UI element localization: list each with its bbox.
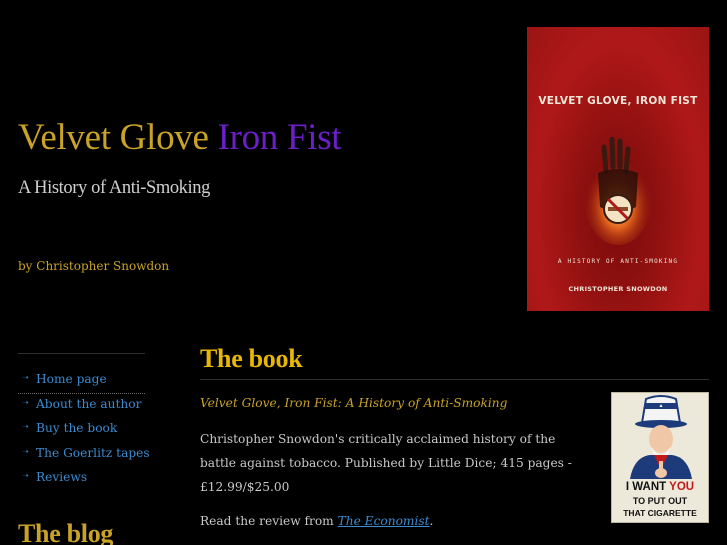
sidebar-item-home-page[interactable]: ➝ Home page: [18, 369, 145, 394]
sidebar-item-about-the-author[interactable]: ➝ About the author: [18, 394, 145, 419]
poster-line1-a: I WANT: [625, 481, 670, 493]
site-subtitle: A History of Anti-Smoking: [18, 178, 210, 198]
sidebar-item-reviews[interactable]: ➝ Reviews: [18, 467, 145, 492]
site-title[interactable]: Velvet Glove Iron Fist: [18, 116, 342, 159]
cover-title: VELVET GLOVE, IRON FIST: [538, 95, 698, 107]
cover-subtitle: A HISTORY OF ANTI-SMOKING: [557, 258, 679, 265]
cover-author: CHRISTOPHER SNOWDON: [568, 285, 668, 293]
arrow-right-icon: ➝: [22, 373, 29, 382]
uncle-sam-poster-image[interactable]: I WANT YOU TO PUT OUT THAT CIGARETTE: [611, 392, 709, 523]
review-link[interactable]: The Economist: [338, 514, 430, 528]
arrow-right-icon: ➝: [22, 397, 29, 407]
review-line: Read the review from The Economist.: [200, 514, 433, 528]
section-divider: [200, 379, 709, 380]
arrow-right-icon: ➝: [22, 446, 29, 456]
book-subtitle: Velvet Glove, Iron Fist: A History of An…: [200, 396, 508, 410]
poster-line1-you: YOU: [669, 481, 695, 493]
author-byline: by Christopher Snowdon: [18, 259, 170, 273]
sidebar-item-label[interactable]: About the author: [36, 397, 141, 411]
burning-glove-cigarette-icon: [584, 137, 652, 245]
arrow-right-icon: ➝: [22, 471, 29, 480]
poster-line1: I WANT YOU: [612, 481, 708, 493]
review-suffix: .: [429, 514, 434, 528]
review-prefix: Read the review from: [200, 514, 338, 528]
book-description: Christopher Snowdon's critically acclaim…: [200, 432, 572, 494]
sidebar-nav: ➝ Home page ➝ About the author ➝ Buy the…: [18, 369, 150, 492]
site-title-velvet-glove: Velvet Glove: [18, 117, 209, 158]
section-heading: The book: [200, 344, 303, 373]
sidebar-item-label[interactable]: Home page: [36, 372, 107, 386]
site-title-iron-fist: Iron Fist: [217, 117, 342, 158]
sidebar-item-label[interactable]: Reviews: [36, 470, 87, 484]
blog-heading: The blog: [18, 519, 114, 545]
poster-line3: THAT CIGARETTE: [623, 508, 697, 518]
poster-line2: TO PUT OUT: [632, 496, 688, 506]
book-cover-image[interactable]: VELVET GLOVE, IRON FIST A HISTORY OF ANT…: [527, 27, 709, 311]
sidebar-item-buy-the-book[interactable]: ➝ Buy the book: [18, 418, 145, 443]
sidebar-item-the-goerlitz-tapes[interactable]: ➝ The Goerlitz tapes: [18, 443, 150, 468]
sidebar-item-label[interactable]: The Goerlitz tapes: [36, 446, 150, 460]
sidebar-divider: [18, 353, 145, 354]
sidebar-item-label[interactable]: Buy the book: [36, 421, 117, 435]
arrow-right-icon: ➝: [22, 422, 29, 431]
